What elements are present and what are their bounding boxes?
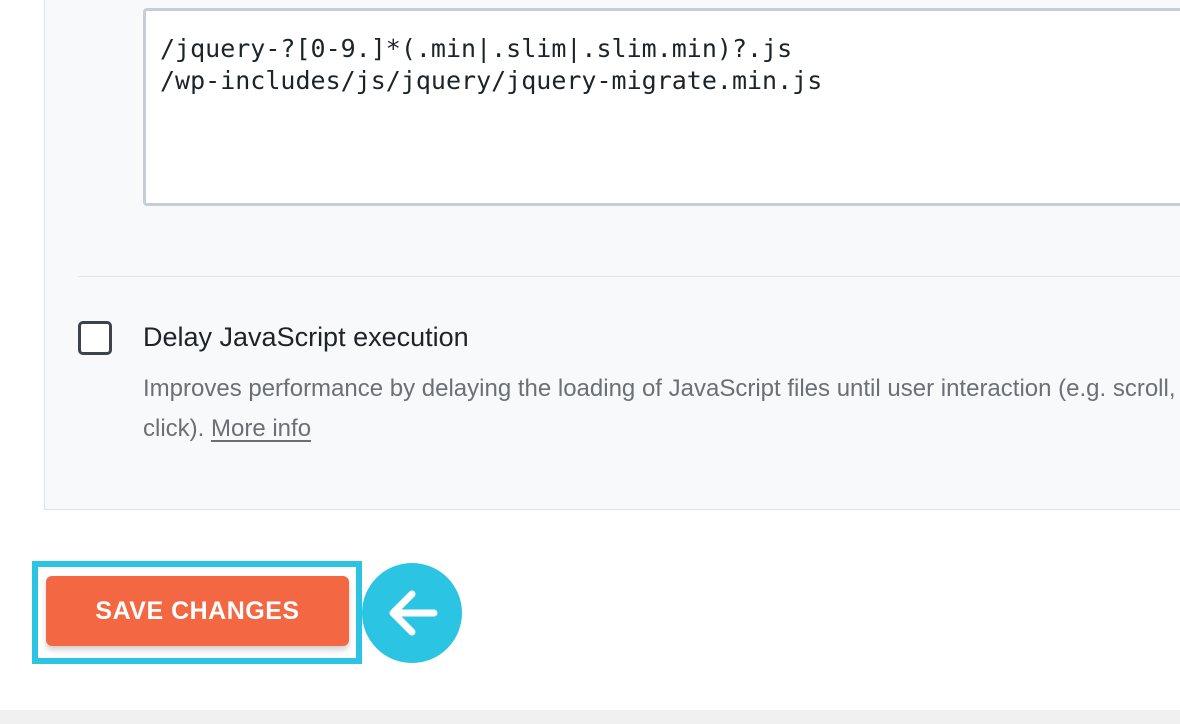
delay-js-label: Delay JavaScript execution (143, 322, 469, 352)
delay-js-description: Improves performance by delaying the loa… (143, 369, 1180, 449)
section-divider (78, 276, 1180, 277)
delay-js-description-end: click). (143, 415, 211, 442)
delay-js-checkbox[interactable] (78, 321, 112, 355)
arrow-left-icon (389, 590, 438, 636)
annotation-arrow-badge (362, 563, 462, 663)
delay-js-description-text: Improves performance by delaying the loa… (143, 375, 1176, 402)
excluded-js-textarea[interactable]: /jquery-?[0-9.]*(.min|.slim|.slim.min)?.… (143, 8, 1180, 206)
footer-strip (0, 710, 1180, 724)
more-info-link[interactable]: More info (211, 415, 311, 442)
save-changes-button[interactable]: SAVE CHANGES (46, 576, 349, 646)
